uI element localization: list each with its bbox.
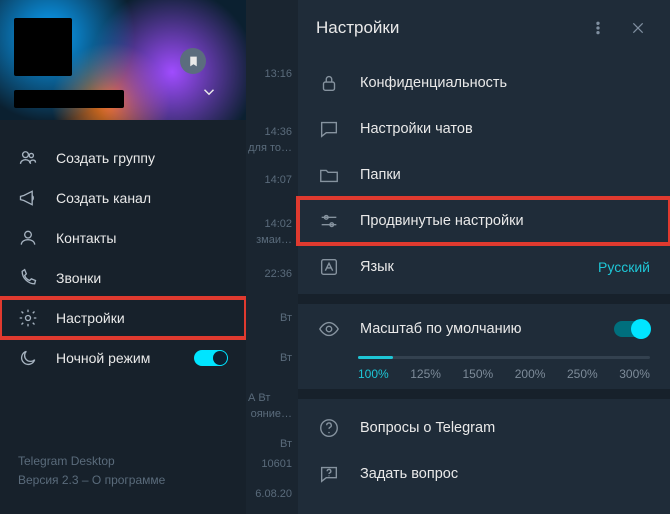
scale-option[interactable]: 100% xyxy=(358,367,389,381)
scale-option[interactable]: 250% xyxy=(567,367,598,381)
menu-new-group[interactable]: Создать группу xyxy=(0,138,246,178)
settings-list: Конфиденциальность Настройки чатов Папки… xyxy=(298,56,670,294)
lock-icon xyxy=(318,72,340,94)
chat-day: Вт xyxy=(280,352,292,364)
scale-option[interactable]: 300% xyxy=(619,367,650,381)
dots-vertical-icon xyxy=(590,20,606,36)
settings-chat[interactable]: Настройки чатов xyxy=(298,106,670,152)
menu-new-channel[interactable]: Создать канал xyxy=(0,178,246,218)
settings-privacy[interactable]: Конфиденциальность xyxy=(298,60,670,106)
chat-time: 22:36 xyxy=(264,268,292,280)
gear-icon xyxy=(18,308,38,328)
settings-item-label: Настройки чатов xyxy=(360,121,473,137)
sidebar-footer: Telegram Desktop Версия 2.3 – О программ… xyxy=(0,452,246,514)
chat-icon xyxy=(318,118,340,140)
user-icon xyxy=(18,228,38,248)
chat-snippet: для то… xyxy=(248,142,292,154)
ask-question-link[interactable]: Задать вопрос xyxy=(298,451,670,497)
help-section: Вопросы о Telegram Задать вопрос xyxy=(298,399,670,503)
chat-snippet: змаи… xyxy=(256,234,292,246)
profile-cover xyxy=(0,0,246,120)
scale-section: Масштаб по умолчанию 100% 125% 150% 200%… xyxy=(298,304,670,389)
chat-day: Вт xyxy=(280,438,292,450)
help-icon xyxy=(318,417,340,439)
scale-option[interactable]: 125% xyxy=(410,367,441,381)
settings-item-value: Русский xyxy=(598,259,650,275)
settings-item-label: Папки xyxy=(360,167,401,183)
close-icon xyxy=(630,20,646,36)
chat-day: А Вт xyxy=(248,392,270,404)
language-icon xyxy=(318,256,340,278)
chat-time: 14:07 xyxy=(264,174,292,186)
menu-label: Звонки xyxy=(56,270,101,286)
chat-time: 14:36 xyxy=(264,126,292,138)
folder-icon xyxy=(318,164,340,186)
section-divider xyxy=(298,389,670,399)
settings-item-label: Конфиденциальность xyxy=(360,75,507,91)
settings-panel: Настройки Конфиденциальность Настройки ч… xyxy=(298,0,670,514)
menu-settings[interactable]: Настройки xyxy=(0,298,246,338)
section-divider xyxy=(298,294,670,304)
default-scale-toggle[interactable] xyxy=(614,321,650,337)
chat-time: 14:02 xyxy=(264,218,292,230)
menu-contacts[interactable]: Контакты xyxy=(0,218,246,258)
eye-icon xyxy=(318,318,340,340)
settings-advanced[interactable]: Продвинутые настройки xyxy=(298,198,670,244)
menu-label: Контакты xyxy=(56,230,116,246)
group-icon xyxy=(18,148,38,168)
phone-icon xyxy=(18,268,38,288)
chat-list-strip: 13:16 14:36 для то… 14:07 14:02 змаи… 22… xyxy=(246,0,298,514)
settings-title: Настройки xyxy=(316,18,572,38)
ask-label: Задать вопрос xyxy=(360,466,458,482)
app-version[interactable]: Версия 2.3 – О программе xyxy=(18,471,228,490)
settings-folders[interactable]: Папки xyxy=(298,152,670,198)
menu-label: Ночной режим xyxy=(56,350,150,366)
sliders-icon xyxy=(318,210,340,232)
chat-date: 6.08.20 xyxy=(255,488,292,500)
megaphone-icon xyxy=(18,188,38,208)
question-chat-icon xyxy=(318,463,340,485)
settings-item-label: Язык xyxy=(360,259,394,275)
app-name: Telegram Desktop xyxy=(18,452,228,471)
more-button[interactable] xyxy=(584,14,612,42)
settings-language[interactable]: Язык Русский xyxy=(298,244,670,290)
menu-label: Создать канал xyxy=(56,190,151,206)
close-button[interactable] xyxy=(624,14,652,42)
menu-list: Создать группу Создать канал Контакты Зв… xyxy=(0,120,246,378)
chat-time: 13:16 xyxy=(264,68,292,80)
settings-item-label: Продвинутые настройки xyxy=(360,213,524,229)
scale-option[interactable]: 150% xyxy=(463,367,494,381)
settings-header: Настройки xyxy=(298,0,670,56)
avatar[interactable] xyxy=(14,18,72,76)
chat-badge: 10601 xyxy=(261,458,292,470)
faq-link[interactable]: Вопросы о Telegram xyxy=(298,405,670,451)
expand-accounts-button[interactable] xyxy=(200,83,218,106)
scale-option[interactable]: 200% xyxy=(515,367,546,381)
chat-snippet: ояние… xyxy=(251,408,292,420)
scale-slider[interactable] xyxy=(358,356,650,359)
chevron-down-icon xyxy=(200,83,218,101)
menu-label: Создать группу xyxy=(56,150,155,166)
faq-label: Вопросы о Telegram xyxy=(360,420,495,436)
main-menu-sidebar: Создать группу Создать канал Контакты Зв… xyxy=(0,0,246,514)
chat-day: Вт xyxy=(280,312,292,324)
moon-icon xyxy=(18,348,38,368)
menu-label: Настройки xyxy=(56,310,125,326)
scale-label: Масштаб по умолчанию xyxy=(360,321,594,337)
menu-night-mode[interactable]: Ночной режим xyxy=(0,338,246,378)
bookmark-icon xyxy=(187,55,200,68)
profile-name xyxy=(14,90,124,108)
scale-ticks: 100% 125% 150% 200% 250% 300% xyxy=(358,367,650,381)
saved-messages-button[interactable] xyxy=(180,48,206,74)
night-mode-toggle[interactable] xyxy=(194,350,228,366)
menu-calls[interactable]: Звонки xyxy=(0,258,246,298)
